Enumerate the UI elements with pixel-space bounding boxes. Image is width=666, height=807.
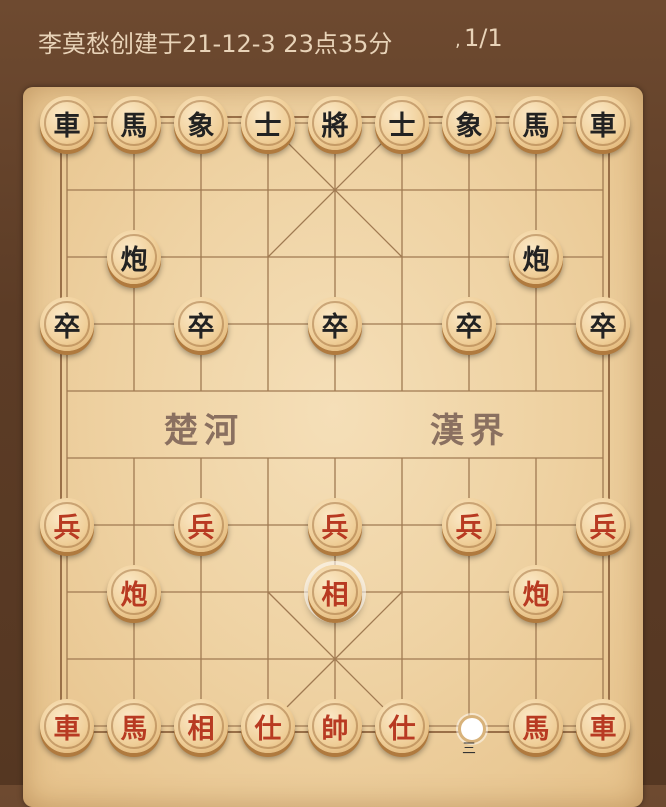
piece-label: 卒 <box>446 301 492 347</box>
piece-label: 車 <box>44 703 90 749</box>
red-piece[interactable]: 兵 <box>40 498 94 552</box>
black-piece[interactable]: 馬 <box>107 96 161 150</box>
red-piece[interactable]: 仕 <box>241 699 295 753</box>
piece-label: 車 <box>580 703 626 749</box>
piece-label: 卒 <box>312 301 358 347</box>
red-piece[interactable]: 相 <box>308 565 362 619</box>
red-piece[interactable]: 車 <box>576 699 630 753</box>
red-piece[interactable]: 馬 <box>509 699 563 753</box>
black-piece[interactable]: 將 <box>308 96 362 150</box>
piece-label: 將 <box>312 100 358 146</box>
black-piece[interactable]: 卒 <box>442 297 496 351</box>
piece-label: 馬 <box>513 100 559 146</box>
piece-label: 馬 <box>111 703 157 749</box>
piece-label: 象 <box>178 100 224 146</box>
piece-label: 兵 <box>312 502 358 548</box>
black-piece[interactable]: 卒 <box>40 297 94 351</box>
piece-label: 象 <box>446 100 492 146</box>
red-piece[interactable]: 兵 <box>442 498 496 552</box>
header: 李莫愁创建于21-12-3 23点35分 , 1/1 <box>0 0 666 80</box>
river-text-right: 漢界 <box>430 411 510 451</box>
hint-label: 三 <box>462 741 476 757</box>
red-piece[interactable]: 炮 <box>107 565 161 619</box>
black-piece[interactable]: 卒 <box>576 297 630 351</box>
piece-label: 馬 <box>513 703 559 749</box>
black-piece[interactable]: 車 <box>576 96 630 150</box>
black-piece[interactable]: 炮 <box>509 230 563 284</box>
red-piece[interactable]: 炮 <box>509 565 563 619</box>
piece-label: 炮 <box>111 234 157 280</box>
piece-label: 卒 <box>44 301 90 347</box>
black-piece[interactable]: 象 <box>442 96 496 150</box>
piece-label: 兵 <box>44 502 90 548</box>
piece-label: 兵 <box>446 502 492 548</box>
separator: , <box>455 30 461 51</box>
black-piece[interactable]: 象 <box>174 96 228 150</box>
page-indicator[interactable]: 1/1 <box>464 24 503 52</box>
red-piece[interactable]: 兵 <box>308 498 362 552</box>
piece-label: 車 <box>580 100 626 146</box>
piece-label: 仕 <box>245 703 291 749</box>
piece-label: 炮 <box>111 569 157 615</box>
black-piece[interactable]: 士 <box>241 96 295 150</box>
black-piece[interactable]: 卒 <box>174 297 228 351</box>
river-text-left: 楚河 <box>164 411 244 451</box>
red-piece[interactable]: 帥 <box>308 699 362 753</box>
piece-label: 帥 <box>312 703 358 749</box>
piece-label: 車 <box>44 100 90 146</box>
piece-label: 相 <box>312 569 358 615</box>
game-title: 李莫愁创建于21-12-3 23点35分 <box>38 30 393 58</box>
piece-label: 士 <box>245 100 291 146</box>
red-piece[interactable]: 車 <box>40 699 94 753</box>
red-piece[interactable]: 兵 <box>174 498 228 552</box>
red-piece[interactable]: 馬 <box>107 699 161 753</box>
piece-label: 相 <box>178 703 224 749</box>
red-piece[interactable]: 兵 <box>576 498 630 552</box>
piece-label: 炮 <box>513 234 559 280</box>
piece-label: 馬 <box>111 100 157 146</box>
piece-label: 仕 <box>379 703 425 749</box>
black-piece[interactable]: 車 <box>40 96 94 150</box>
red-piece[interactable]: 相 <box>174 699 228 753</box>
black-piece[interactable]: 馬 <box>509 96 563 150</box>
chess-board[interactable]: 楚河 漢界 車馬象士將士象馬車炮炮卒卒卒卒卒兵兵兵兵兵炮相炮車馬相仕帥仕馬車三 <box>23 87 643 807</box>
piece-label: 士 <box>379 100 425 146</box>
piece-label: 兵 <box>580 502 626 548</box>
black-piece[interactable]: 炮 <box>107 230 161 284</box>
piece-label: 卒 <box>178 301 224 347</box>
piece-label: 炮 <box>513 569 559 615</box>
red-piece[interactable]: 仕 <box>375 699 429 753</box>
piece-label: 兵 <box>178 502 224 548</box>
piece-label: 卒 <box>580 301 626 347</box>
black-piece[interactable]: 士 <box>375 96 429 150</box>
black-piece[interactable]: 卒 <box>308 297 362 351</box>
